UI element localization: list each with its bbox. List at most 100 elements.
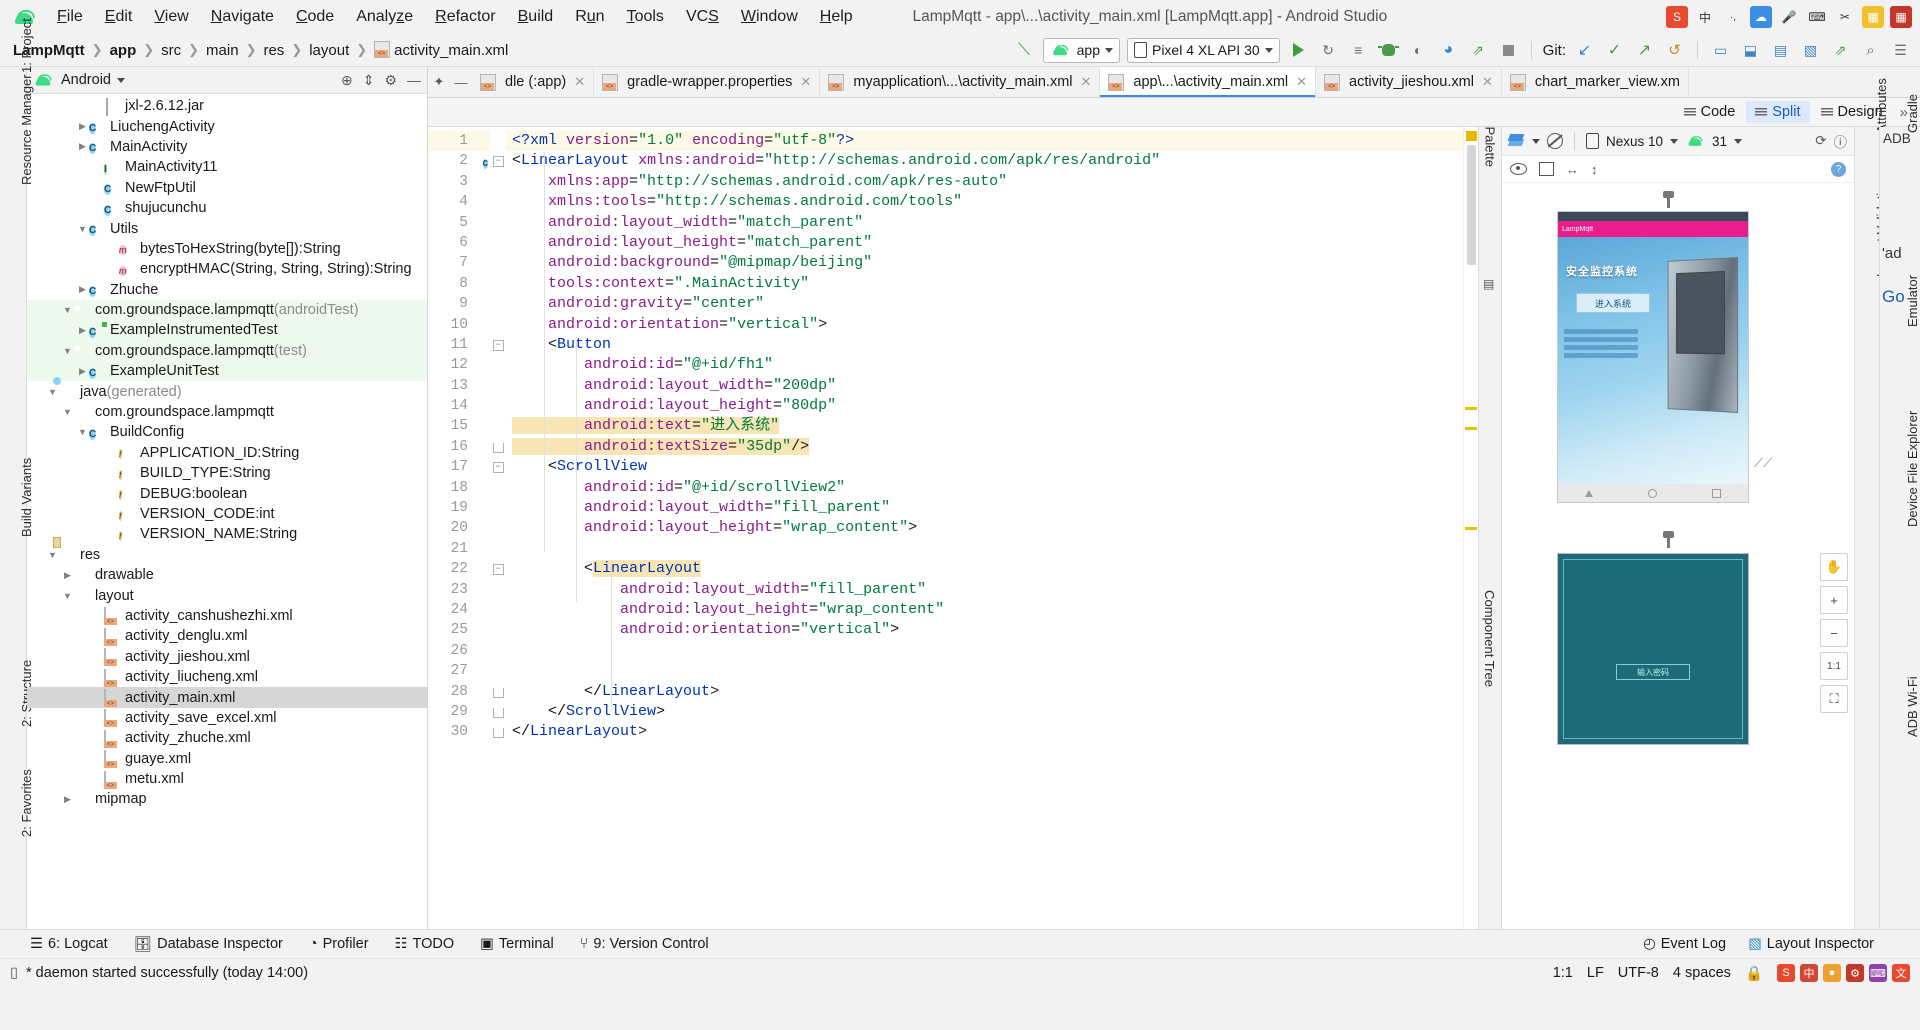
breadcrumb-item-4[interactable]: res [260, 42, 287, 59]
breadcrumb-file[interactable]: activity_main.xml [371, 41, 511, 59]
code-editor[interactable]: 1 2 C 3 4 5 6 7 8 9 10 11 12 13 14 15 16 17 18 19 20 21 22 23 24… [428, 127, 1478, 929]
tree-item-activity-zhuche-xml[interactable]: activity_zhuche.xml [27, 728, 427, 748]
preview-enter-button[interactable]: 进入系统 [1576, 293, 1650, 313]
chevron-down-icon[interactable] [116, 77, 125, 83]
ime-punct-icon[interactable]: ·, [1722, 6, 1744, 28]
chevron-right-icon[interactable]: ▶ [76, 284, 89, 295]
code-line-8[interactable]: tools:context=".MainActivity" [506, 274, 1463, 294]
code-line-22[interactable]: <LinearLayout [506, 559, 1463, 579]
sdk-manager-button[interactable]: ⬓ [1739, 39, 1762, 62]
screenshot-icon[interactable]: ✂ [1834, 6, 1856, 28]
info-icon[interactable]: ⓘ [1834, 131, 1848, 151]
avd-manager-button[interactable]: ▭ [1709, 39, 1732, 62]
editor-tab-3[interactable]: app\...\activity_main.xml ✕ [1100, 67, 1317, 97]
tree-item-application-id-string[interactable]: f APPLICATION_ID:String [27, 443, 427, 463]
chevron-down-icon[interactable]: ▼ [61, 346, 74, 356]
apps-grid-icon[interactable]: ▦ [1890, 6, 1912, 28]
pin-tab-icon[interactable]: ✦ [428, 67, 450, 97]
run-button[interactable] [1287, 39, 1310, 62]
editor-scrollbar[interactable] [1463, 127, 1478, 929]
apply-code-changes-button[interactable]: ≡ [1347, 39, 1370, 62]
code-line-29[interactable]: </ScrollView> [506, 702, 1463, 722]
scrollbar-thumb[interactable] [1467, 145, 1476, 265]
menu-item-analyze[interactable]: Analyze [345, 5, 424, 29]
close-icon[interactable]: ✕ [1482, 74, 1493, 90]
preview-password-field[interactable]: 输入密码 [1616, 664, 1690, 681]
close-icon[interactable]: ✕ [574, 74, 585, 90]
ime-keyboard-icon[interactable]: ⌨ [1869, 964, 1887, 982]
git-update-button[interactable]: ↙ [1573, 39, 1596, 62]
ime-mode-icon[interactable]: ● [1823, 964, 1841, 982]
tree-item-layout[interactable]: ▼ layout [27, 585, 427, 605]
select-opened-file-icon[interactable]: ⊕ [341, 72, 353, 89]
tree-item-zhuche[interactable]: ▶ C Zhuche [27, 280, 427, 300]
tree-item-guaye-xml[interactable]: guaye.xml [27, 749, 427, 769]
vertical-arrows-icon[interactable]: ↕ [1591, 162, 1598, 177]
resource-icon[interactable]: ▤ [1483, 277, 1494, 291]
code-line-21[interactable] [506, 539, 1463, 559]
warning-marker[interactable] [1466, 131, 1477, 141]
menu-item-refactor[interactable]: Refactor [424, 5, 506, 29]
tree-item-version-name-string[interactable]: f VERSION_NAME:String [27, 524, 427, 544]
device-selector[interactable]: Pixel 4 XL API 30 [1126, 37, 1280, 63]
pin-icon[interactable] [1662, 191, 1675, 208]
stop-button[interactable] [1497, 39, 1520, 62]
fold-handle-28[interactable] [490, 682, 506, 702]
close-icon[interactable]: ✕ [800, 74, 811, 90]
editor-tab-2[interactable]: myapplication\...\activity_main.xml ✕ [820, 67, 1101, 97]
zoom-actual-button[interactable]: 1:1 [1820, 652, 1848, 680]
fold-handle-22[interactable]: − [490, 559, 506, 579]
code-line-20[interactable]: android:layout_height="wrap_content"> [506, 518, 1463, 538]
tree-item-activity-liucheng-xml[interactable]: activity_liucheng.xml [27, 667, 427, 687]
project-view-selector[interactable]: Android [61, 72, 111, 88]
ime-text-icon[interactable]: 文 [1892, 964, 1910, 982]
rail-item-adb-wifi[interactable]: ADB Wi-Fi [1905, 676, 1920, 737]
ime-chinese-icon[interactable]: 中 [1694, 6, 1716, 28]
breadcrumb-item-5[interactable]: layout [306, 42, 352, 59]
tree-item-activity-save-excel-xml[interactable]: activity_save_excel.xml [27, 708, 427, 728]
project-tree[interactable]: jxl-2.6.12.jar ▶ C LiuchengActivity ▶ C MainAc… [27, 94, 427, 929]
editor-tab-1[interactable]: gradle-wrapper.properties ✕ [594, 67, 821, 97]
sogou-pinyin-icon[interactable]: S [1777, 964, 1795, 982]
code-text[interactable]: <?xml version="1.0" encoding="utf-8"?> <L… [506, 127, 1463, 929]
tree-item-mipmap[interactable]: ▶ mipmap [27, 789, 427, 809]
menu-item-help[interactable]: Help [809, 5, 864, 29]
tab-split[interactable]: Split [1746, 101, 1810, 123]
bottom-tool-event-log[interactable]: ◴ Event Log [1643, 936, 1726, 952]
columns-icon[interactable] [1539, 162, 1554, 176]
lock-icon[interactable]: 🔒 [1745, 965, 1763, 982]
code-line-18[interactable]: android:id="@+id/scrollView2" [506, 478, 1463, 498]
blueprint-icon[interactable] [1547, 133, 1563, 149]
code-line-3[interactable]: xmlns:app="http://schemas.android.com/ap… [506, 172, 1463, 192]
tree-item-encrypthmac-string-string-string-string[interactable]: m encryptHMAC(String, String, String):Str… [27, 259, 427, 279]
code-line-15[interactable]: android:text="进入系统" [506, 416, 1463, 436]
tree-item-exampleinstrumentedtest[interactable]: ▶ C ExampleInstrumentedTest [27, 320, 427, 341]
code-folding-gutter[interactable]: − − − − [490, 127, 506, 929]
git-history-button[interactable]: ↺ [1663, 39, 1686, 62]
line-separator[interactable]: LF [1587, 965, 1604, 981]
usage-marker[interactable] [1465, 527, 1477, 530]
tree-item-exampleunittest[interactable]: ▶ C ExampleUnitTest [27, 361, 427, 382]
menu-item-code[interactable]: Code [285, 5, 345, 29]
run-gradle-button[interactable]: ⇗ [1467, 39, 1490, 62]
fold-handle-16[interactable] [490, 437, 506, 457]
tree-item-utils[interactable]: ▼ C Utils [27, 218, 427, 238]
fold-handle-17[interactable]: − [490, 457, 506, 477]
tree-item-buildconfig[interactable]: ▼ C BuildConfig [27, 422, 427, 442]
chevron-right-icon[interactable]: ▶ [76, 121, 89, 132]
tree-item-debug-boolean[interactable]: f DEBUG:boolean [27, 483, 427, 503]
menu-item-navigate[interactable]: Navigate [200, 5, 285, 29]
apply-changes-button[interactable]: ↻ [1317, 39, 1340, 62]
tree-item-activity-canshushezhi-xml[interactable]: activity_canshushezhi.xml [27, 606, 427, 626]
settings-gear-icon[interactable]: ⚙ [384, 72, 397, 89]
class-gutter-icon[interactable]: C [472, 153, 488, 170]
menu-item-build[interactable]: Build [507, 5, 565, 29]
rail-item-project[interactable]: 1: Project [19, 18, 34, 73]
run-config-selector[interactable]: app [1042, 37, 1120, 63]
hide-panel-icon[interactable]: — [407, 72, 421, 88]
pin-icon[interactable] [1662, 531, 1675, 548]
tree-item-drawable[interactable]: ▶ drawable [27, 565, 427, 585]
debug-button[interactable] [1377, 39, 1400, 62]
code-line-10[interactable]: android:orientation="vertical"> [506, 315, 1463, 335]
image-gutter-icon[interactable] [472, 255, 488, 271]
